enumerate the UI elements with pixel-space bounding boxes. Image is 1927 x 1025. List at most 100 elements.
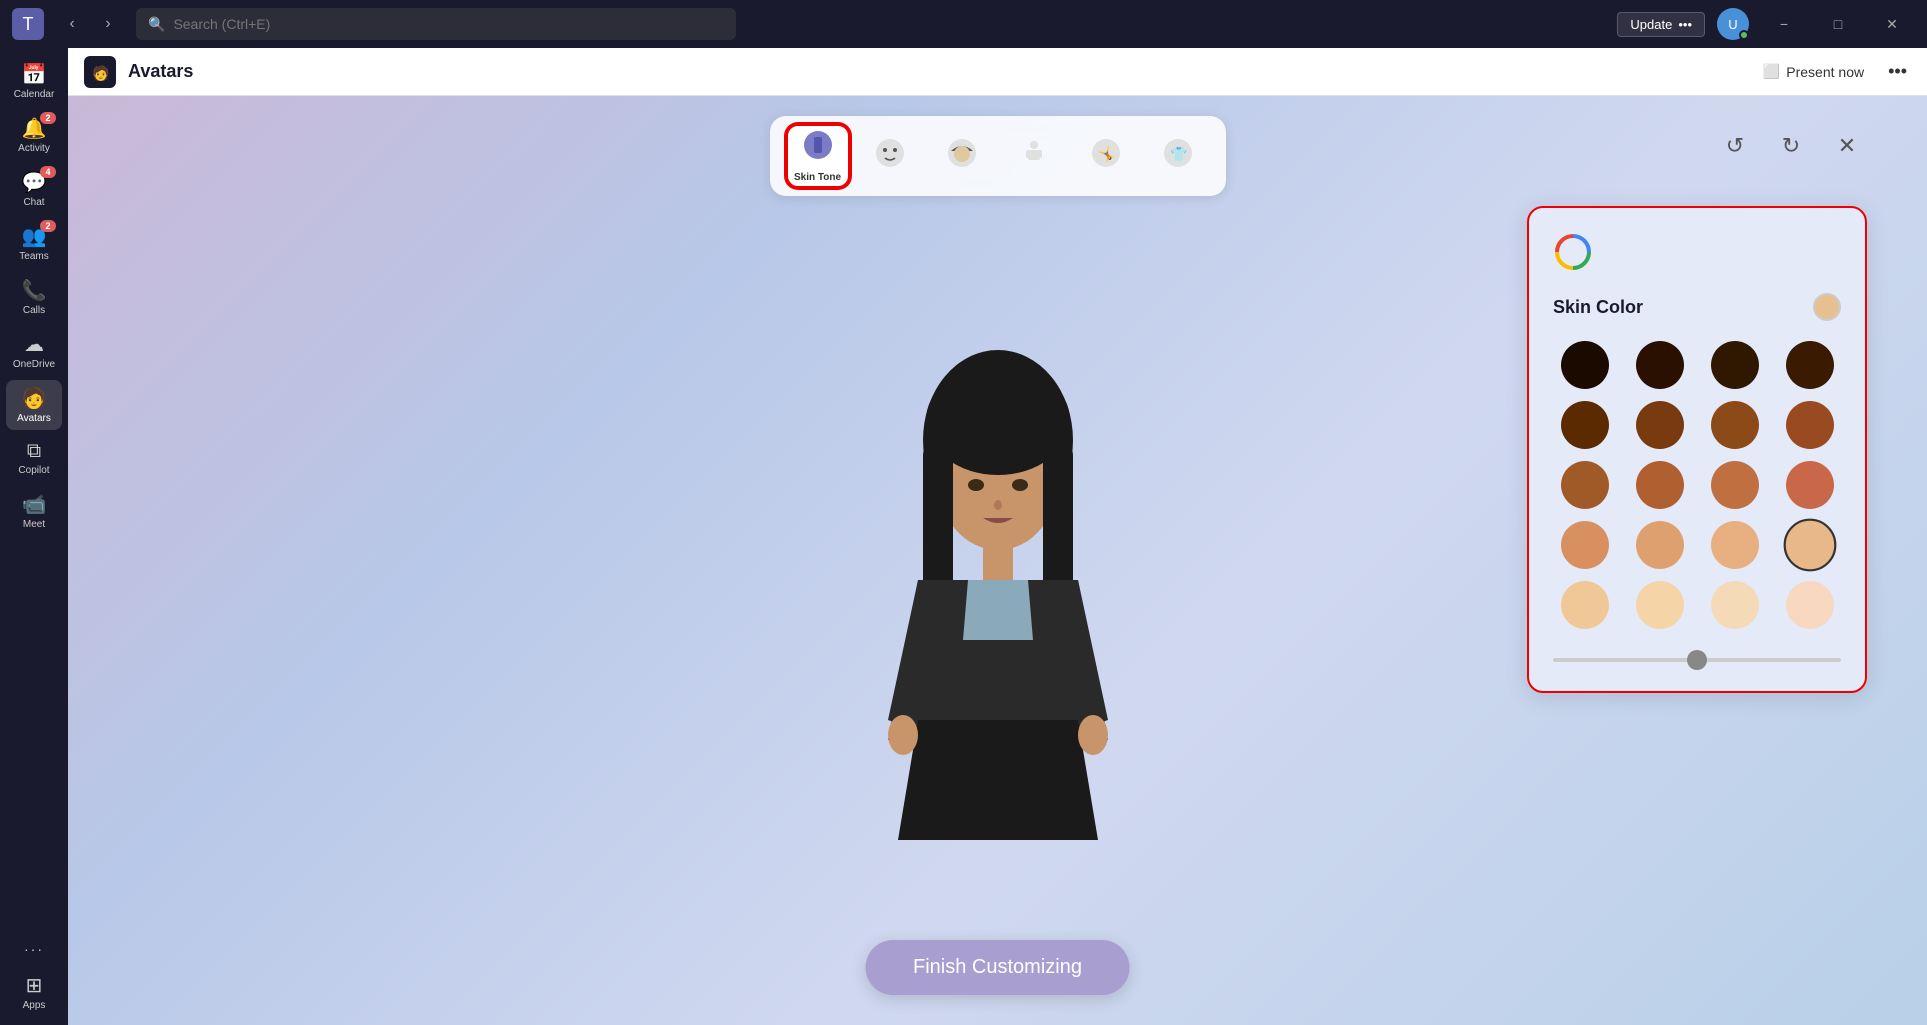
color-option-7[interactable] [1786,401,1834,449]
color-option-2[interactable] [1711,341,1759,389]
color-option-16[interactable] [1561,581,1609,629]
toolbar-actions: ↺ ↻ ✕ [1715,126,1867,166]
sidebar-item-label: Calendar [14,89,55,100]
color-option-6[interactable] [1711,401,1759,449]
toolbar-accessories[interactable]: 🤸 [1074,124,1138,188]
sidebar-item-activity[interactable]: 2 🔔 Activity [6,110,62,160]
chat-badge: 4 [40,166,56,178]
color-option-15[interactable] [1783,519,1836,572]
search-input[interactable] [173,16,724,32]
sidebar-item-label: Teams [19,251,48,262]
sidebar-item-chat[interactable]: 4 💬 Chat [6,164,62,214]
undo-button[interactable]: ↺ [1715,126,1755,166]
sidebar-item-calendar[interactable]: 📅 Calendar [6,56,62,106]
avatars-icon: 🧑 [22,386,47,411]
sidebar-item-avatars[interactable]: 🧑 Avatars [6,380,62,430]
sidebar-item-label: OneDrive [13,359,55,370]
panel-title: Skin Color [1553,297,1643,318]
color-option-1[interactable] [1636,341,1684,389]
calendar-icon: 📅 [22,62,47,87]
update-more: ••• [1678,17,1692,32]
app-title: Avatars [128,61,193,82]
sidebar-item-label: Copilot [18,465,49,476]
user-avatar[interactable]: U [1717,8,1749,40]
main-layout: 📅 Calendar 2 🔔 Activity 4 💬 Chat 2 👥 Tea… [0,48,1927,1025]
toolbar-skin-tone-label: Skin Tone [794,172,841,183]
meet-icon: 📹 [22,492,47,517]
color-option-12[interactable] [1561,521,1609,569]
color-option-0[interactable] [1561,341,1609,389]
selected-color-indicator [1813,293,1841,321]
toolbar-hair[interactable] [930,124,994,188]
window-controls: − □ ✕ [1761,8,1915,40]
color-option-13[interactable] [1636,521,1684,569]
skin-tone-icon [802,129,834,168]
sidebar-item-label: Meet [23,519,45,530]
panel-header: Skin Color [1553,293,1841,321]
sidebar-item-apps[interactable]: ⊞ Apps [6,967,62,1017]
title-bar: T ‹ › 🔍 Update ••• U − □ ✕ [0,0,1927,48]
toolbar-skin-tone[interactable]: Skin Tone [786,124,850,188]
color-option-11[interactable] [1786,461,1834,509]
color-option-9[interactable] [1636,461,1684,509]
sidebar: 📅 Calendar 2 🔔 Activity 4 💬 Chat 2 👥 Tea… [0,48,68,1025]
clothing-icon: 👕 [1162,137,1194,176]
avatar-toolbar: Skin Tone [770,116,1226,196]
sidebar-item-teams[interactable]: 2 👥 Teams [6,218,62,268]
svg-text:👕: 👕 [1170,146,1187,162]
color-option-4[interactable] [1561,401,1609,449]
toolbar-close-button[interactable]: ✕ [1827,126,1867,166]
color-option-10[interactable] [1711,461,1759,509]
sidebar-item-calls[interactable]: 📞 Calls [6,272,62,322]
update-button[interactable]: Update ••• [1617,12,1705,37]
color-option-18[interactable] [1711,581,1759,629]
minimize-button[interactable]: − [1761,8,1807,40]
color-grid [1553,341,1841,629]
sidebar-item-more[interactable]: ··· [6,935,62,963]
nav-buttons: ‹ › [56,8,124,40]
calls-icon: 📞 [22,278,47,303]
sidebar-item-onedrive[interactable]: ☁ OneDrive [6,326,62,376]
sidebar-item-label: Activity [18,143,50,154]
body-icon [1018,137,1050,176]
header-right: ⬜ Present now ••• [1755,57,1911,86]
google-icon [1553,232,1593,272]
close-button[interactable]: ✕ [1869,8,1915,40]
finish-btn-label: Finish Customizing [913,956,1082,978]
sidebar-item-meet[interactable]: 📹 Meet [6,486,62,536]
toolbar-face[interactable] [858,124,922,188]
toolbar-body[interactable] [1002,124,1066,188]
teams-logo: T [12,8,44,40]
color-option-14[interactable] [1711,521,1759,569]
skin-tone-slider[interactable] [1553,658,1841,662]
present-now-button[interactable]: ⬜ Present now [1755,59,1872,84]
maximize-button[interactable]: □ [1815,8,1861,40]
teams-badge: 2 [40,220,56,232]
sidebar-item-label: Calls [23,305,45,316]
header-more-button[interactable]: ••• [1884,57,1911,86]
app-icon: 🧑 [84,56,116,88]
svg-text:🧑: 🧑 [92,64,109,82]
forward-button[interactable]: › [92,8,124,40]
copilot-icon: ⧉ [27,440,41,463]
color-option-17[interactable] [1636,581,1684,629]
sidebar-item-copilot[interactable]: ⧉ Copilot [6,434,62,482]
face-icon [874,137,906,176]
color-option-19[interactable] [1786,581,1834,629]
back-button[interactable]: ‹ [56,8,88,40]
finish-customizing-button[interactable]: Finish Customizing [865,940,1130,995]
hair-icon [946,137,978,176]
content-area: 🧑 Avatars ⬜ Present now ••• [68,48,1927,1025]
apps-icon: ⊞ [26,973,43,998]
sidebar-item-label: Avatars [17,413,51,424]
color-option-8[interactable] [1561,461,1609,509]
color-option-5[interactable] [1636,401,1684,449]
toolbar-clothing[interactable]: 👕 [1146,124,1210,188]
sidebar-item-label: Apps [23,1000,46,1011]
redo-button[interactable]: ↻ [1771,126,1811,166]
app-header: 🧑 Avatars ⬜ Present now ••• [68,48,1927,96]
more-icon: ··· [24,941,44,957]
search-bar[interactable]: 🔍 [136,8,736,40]
activity-badge: 2 [40,112,56,124]
color-option-3[interactable] [1786,341,1834,389]
